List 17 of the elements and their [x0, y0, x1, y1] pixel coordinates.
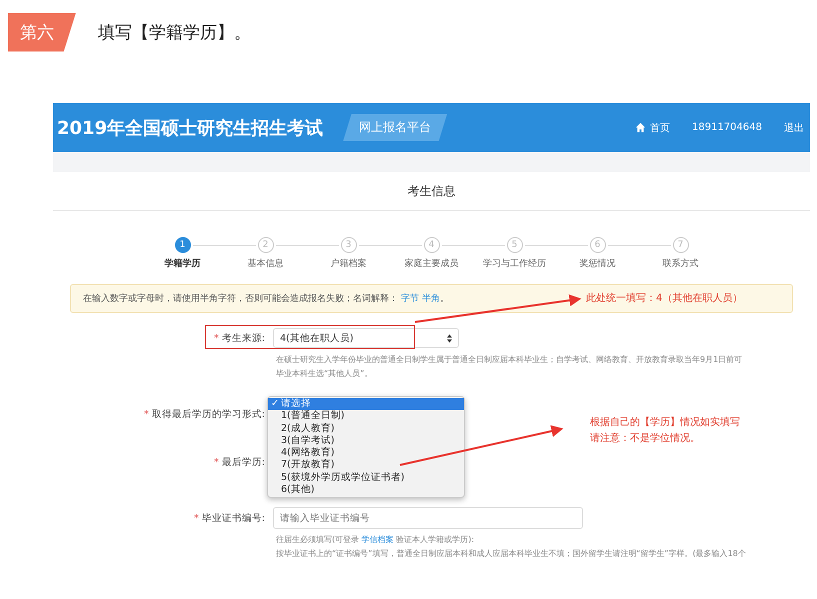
site-title: 2019年全国硕士研究生招生考试	[57, 116, 324, 140]
annotation-text: 请注意：不是学位情况。	[590, 432, 701, 446]
annotation-text: 根据自己的【学历】情况如实填写	[590, 416, 740, 430]
heading-text: 填写【学籍学历】。	[98, 22, 251, 44]
platform-badge: 网上报名平台	[343, 114, 448, 141]
notice-text: 在输入数字或字母时，请使用半角字符，否则可能会造成报名失败；名词解释： 字节 半角。	[83, 292, 449, 305]
field-label: * 毕业证书编号:	[193, 512, 266, 524]
step-badge: 第六	[8, 12, 76, 52]
help-text: 往届生必须填写(可登录 学信档案 验证本人学籍或学历):	[276, 534, 476, 546]
field-label: * 考生来源:	[213, 332, 266, 344]
field-label: * 最后学历:	[213, 456, 266, 468]
section-title: 考生信息	[53, 172, 810, 211]
help-text: 毕业本科生选“其他人员”。	[276, 368, 374, 380]
help-text: 按毕业证书上的“证书编号”填写，普通全日制应届本科和成人应届本科毕业生不填；国外留学生请注明“留学生”字样。(最多输入18个	[276, 548, 747, 559]
annotation-text: 此处统一填写：4（其他在职人员）	[586, 292, 742, 306]
help-text: 在硕士研究生入学年份毕业的普通全日制学生属于普通全日制应届本科毕业生；自学考试、网络教育、开放教育录取当年9月1日前可	[276, 354, 744, 366]
field-label: * 取得最后学历的学习形式:	[143, 408, 266, 420]
